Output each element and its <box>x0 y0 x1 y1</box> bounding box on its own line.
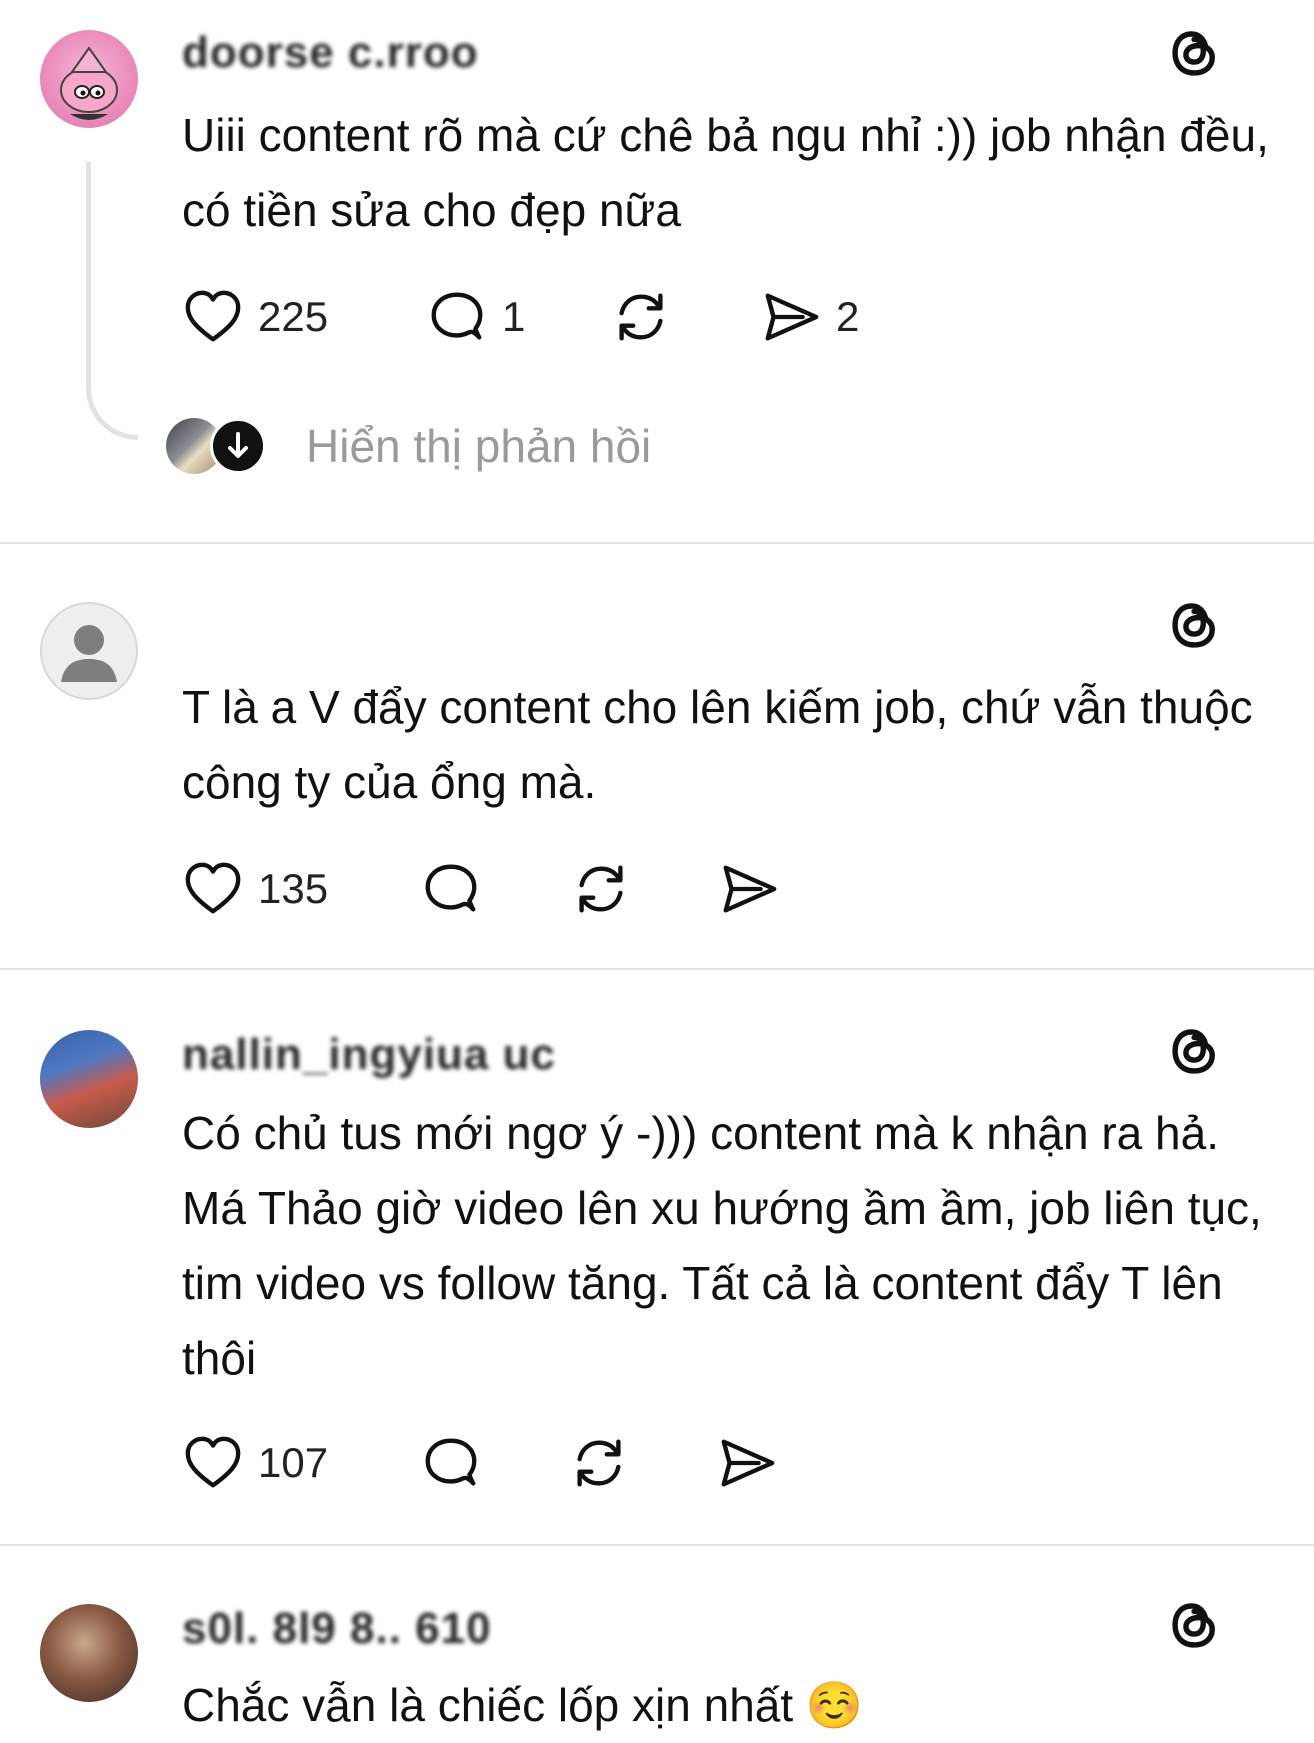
share-button[interactable] <box>718 854 780 924</box>
avatar[interactable] <box>40 1030 138 1128</box>
divider <box>0 542 1314 544</box>
comment-button[interactable] <box>420 854 482 924</box>
send-icon <box>718 858 780 920</box>
threads-logo-icon[interactable] <box>1166 1596 1224 1654</box>
repost-icon <box>568 1432 630 1494</box>
threads-logo-icon[interactable] <box>1166 1022 1224 1080</box>
share-button[interactable] <box>716 1428 778 1498</box>
heart-icon <box>182 286 244 348</box>
repost-button[interactable] <box>570 854 632 924</box>
comment-count: 1 <box>502 293 526 340</box>
avatar[interactable] <box>40 602 138 700</box>
like-button[interactable]: 107 <box>182 1428 328 1498</box>
thread-connector-line <box>86 162 138 440</box>
show-replies-label: Hiển thị phản hồi <box>306 420 652 472</box>
avatar[interactable] <box>40 30 138 128</box>
post-text: Có chủ tus mới ngơ ý -))) content mà k n… <box>182 1107 1275 1384</box>
avatar[interactable] <box>40 1604 138 1702</box>
heart-icon <box>182 858 244 920</box>
divider <box>0 1544 1314 1546</box>
username[interactable]: nallin_ingyiua uc <box>182 1030 556 1080</box>
repost-button[interactable] <box>568 1428 630 1498</box>
like-button[interactable]: 225 <box>182 282 328 352</box>
like-count: 107 <box>258 1439 329 1486</box>
comment-button[interactable]: 1 <box>426 282 525 352</box>
default-avatar-icon <box>61 625 117 682</box>
username[interactable]: s0l. 8l9 8.. 610 <box>182 1604 492 1654</box>
divider <box>0 968 1314 970</box>
post-text: Uiii content rõ mà cứ chê bả ngu nhỉ :))… <box>182 109 1282 236</box>
like-button[interactable]: 135 <box>182 854 328 924</box>
arrow-down-icon <box>228 432 248 458</box>
share-count: 2 <box>836 293 860 340</box>
post-text: T là a V đẩy content cho lên kiếm job, c… <box>182 681 1266 808</box>
heart-icon <box>182 1432 244 1494</box>
repost-icon <box>570 858 632 920</box>
share-button[interactable]: 2 <box>760 282 859 352</box>
send-icon <box>760 286 822 348</box>
repost-icon <box>610 286 672 348</box>
like-count: 135 <box>258 865 329 912</box>
reply-avatar-more <box>210 418 266 474</box>
comment-bubble-icon <box>420 1432 482 1494</box>
username[interactable]: doorse c.rroo <box>182 28 479 78</box>
repost-button[interactable] <box>610 282 672 352</box>
threads-logo-icon[interactable] <box>1166 596 1224 654</box>
comment-bubble-icon <box>426 286 488 348</box>
send-icon <box>716 1432 778 1494</box>
comment-bubble-icon <box>420 858 482 920</box>
like-count: 225 <box>258 293 329 340</box>
comment-button[interactable] <box>420 1428 482 1498</box>
threads-logo-icon[interactable] <box>1166 24 1224 82</box>
avatar-illustration <box>60 46 118 120</box>
